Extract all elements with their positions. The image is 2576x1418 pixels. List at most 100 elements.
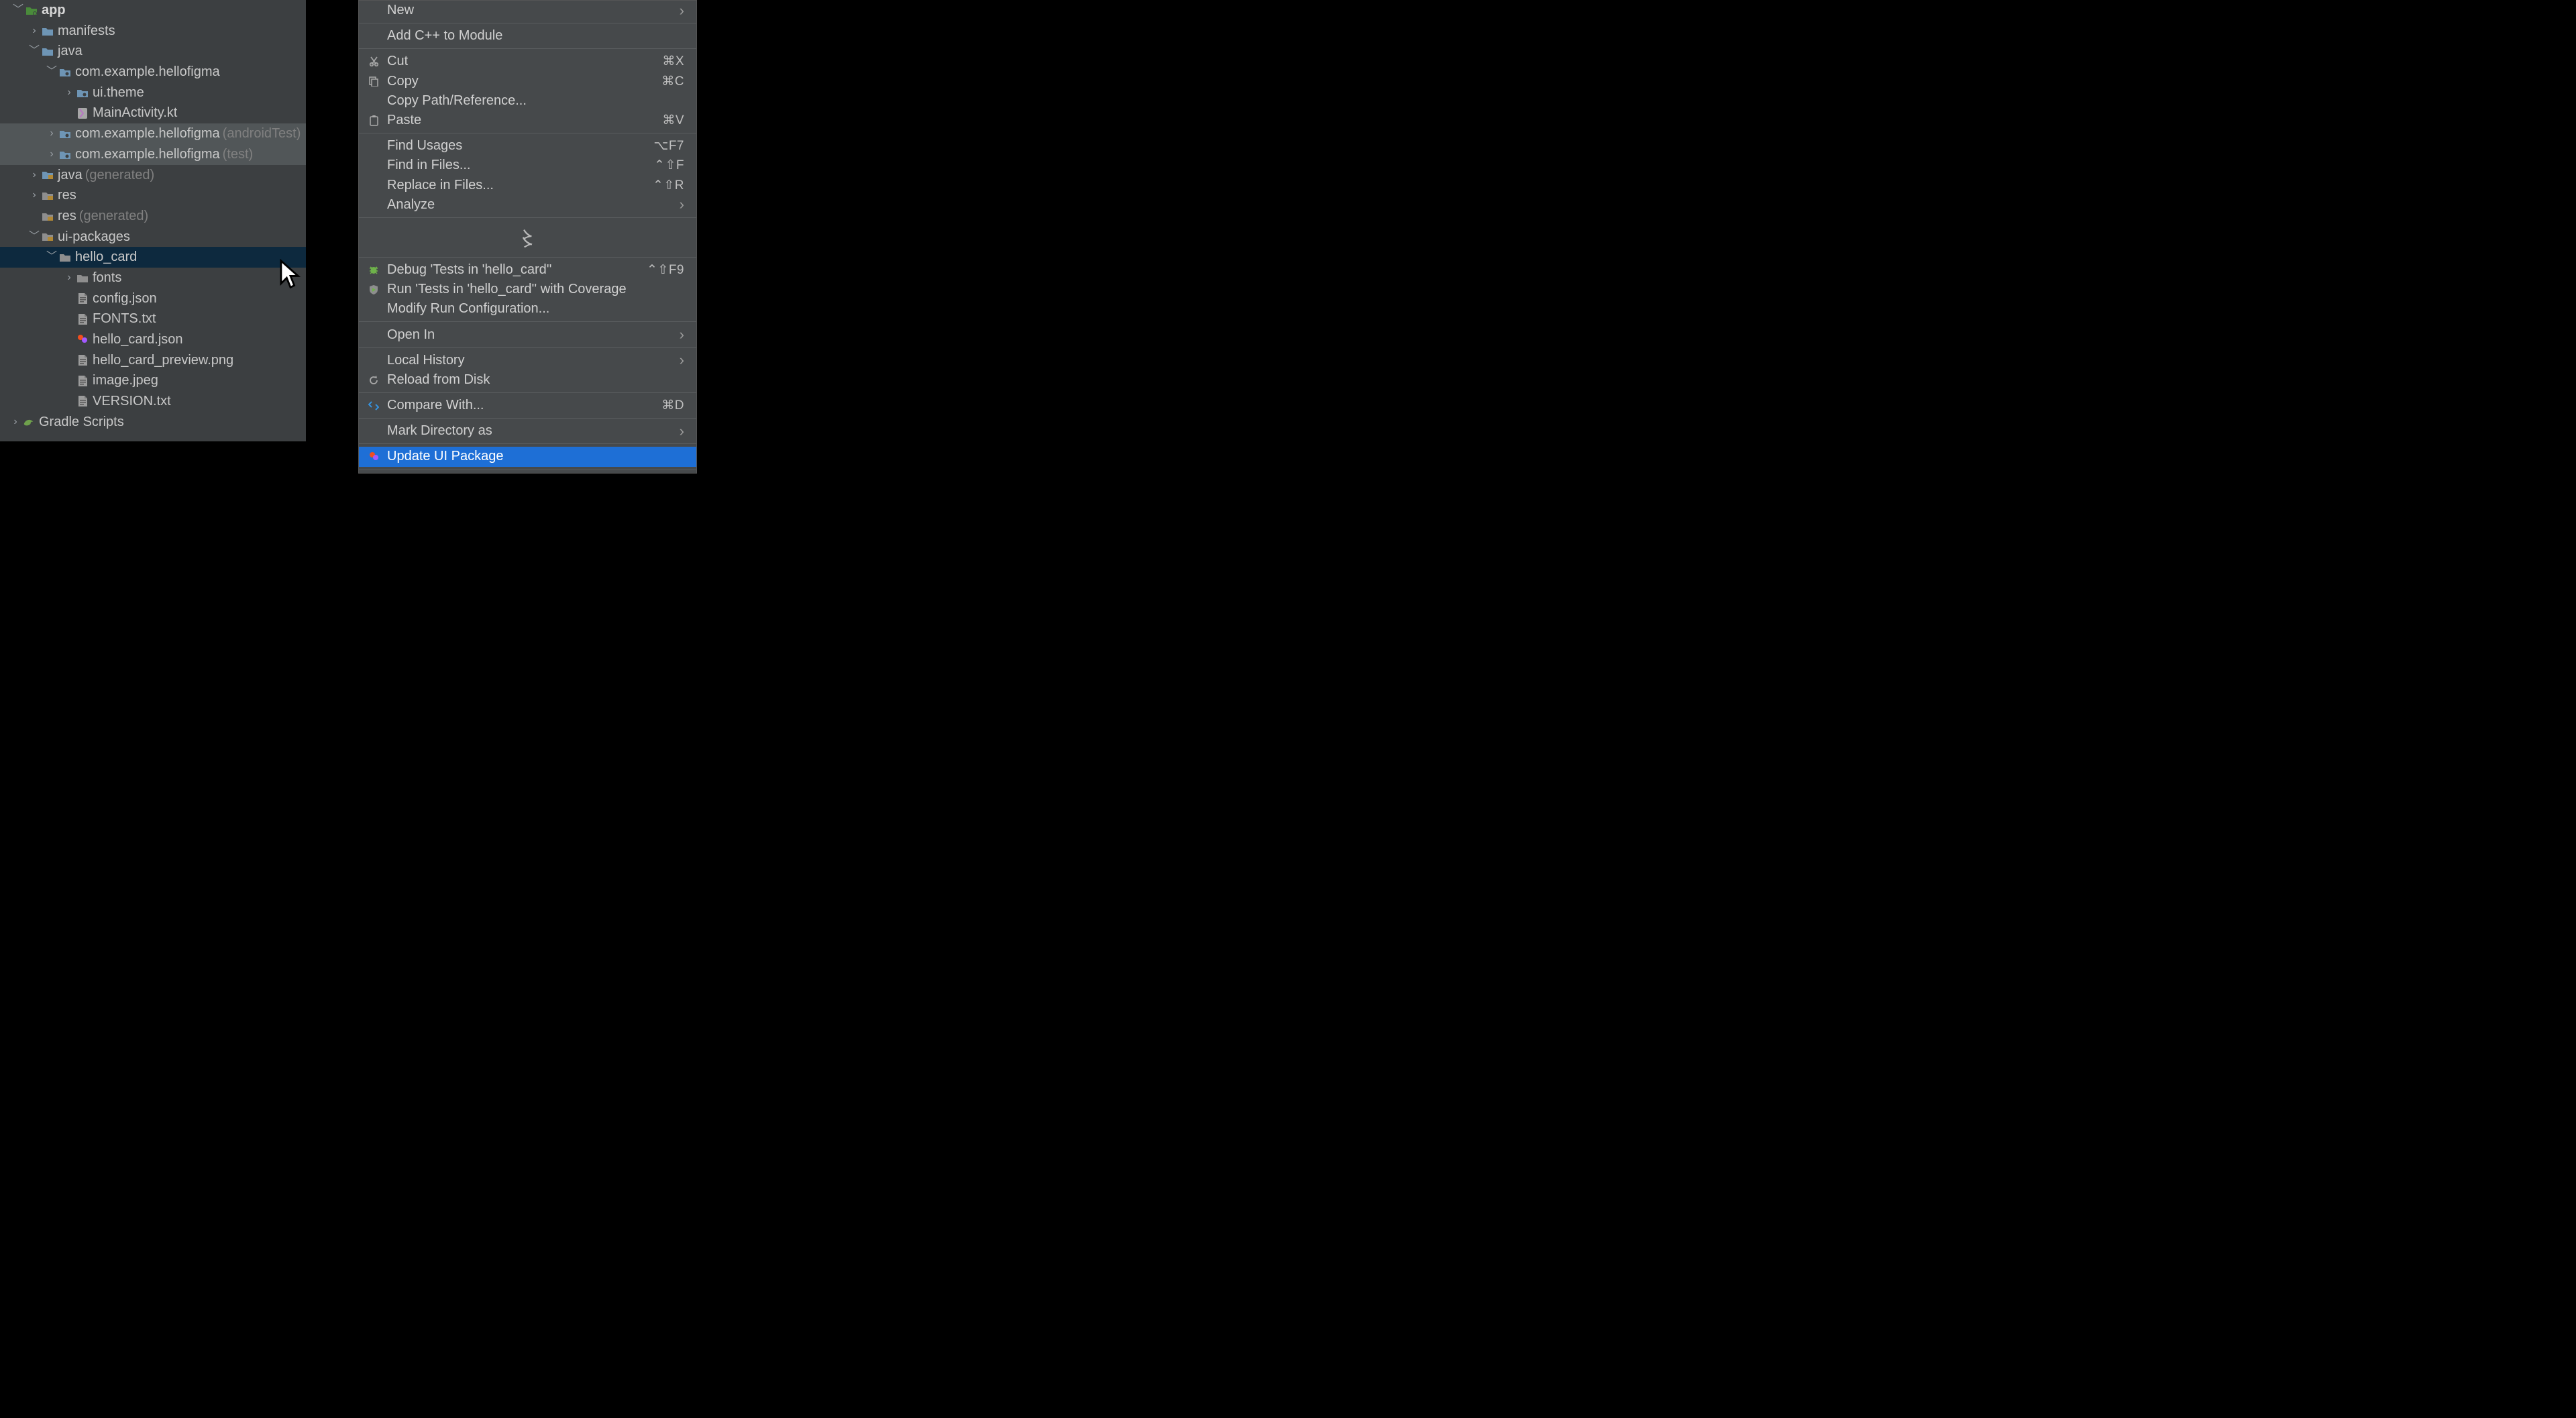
chevron-right-icon: ›: [680, 351, 684, 369]
tree-label: hello_card: [75, 247, 137, 268]
coverage-icon: [367, 283, 380, 296]
chevron-right-icon[interactable]: ›: [8, 412, 23, 433]
file-icon: [76, 395, 89, 407]
tree-label: com.example.hellofigma: [75, 62, 220, 83]
tree-suffix: (androidTest): [223, 123, 301, 144]
tree-row[interactable]: ·image.jpeg: [0, 370, 306, 391]
chevron-down-icon[interactable]: ﹀: [44, 62, 59, 83]
menu-label: Compare With...: [387, 398, 655, 413]
chevron-down-icon[interactable]: ﹀: [44, 247, 59, 268]
chevron-right-icon[interactable]: ›: [62, 83, 76, 103]
menu-item[interactable]: Local History›: [359, 351, 696, 370]
tree-row[interactable]: ﹀ com.example.hellofigma: [0, 62, 306, 83]
chevron-right-icon[interactable]: ›: [27, 21, 42, 42]
menu-label: Paste: [387, 113, 655, 128]
tree-row[interactable]: ·hello_card_preview.png: [0, 350, 306, 371]
tree-row[interactable]: ·MainActivity.kt: [0, 103, 306, 123]
file-icon: [76, 375, 89, 387]
package-icon: [59, 66, 71, 78]
chevron-down-icon[interactable]: ﹀: [27, 227, 42, 248]
tree-label: config.json: [93, 288, 157, 309]
tree-row[interactable]: › fonts: [0, 268, 306, 288]
tree-suffix: (generated): [79, 206, 148, 227]
chevron-right-icon: ›: [680, 326, 684, 343]
menu-label: Replace in Files...: [387, 178, 646, 193]
tree-row[interactable]: ·hello_card.json: [0, 329, 306, 350]
menu-label: Modify Run Configuration...: [387, 301, 684, 317]
menu-item[interactable]: Update UI Package: [359, 447, 696, 466]
tree-label: fonts: [93, 268, 121, 288]
project-tree[interactable]: ﹀app›manifests﹀java﹀com.example.hellofig…: [0, 0, 306, 441]
cut-icon: [367, 55, 380, 68]
tree-row[interactable]: › com.example.hellofigma(test): [0, 144, 306, 165]
menu-separator: [359, 217, 696, 218]
menu-ellipsis: 〻: [359, 221, 696, 254]
menu-item[interactable]: Open In ›: [359, 325, 696, 344]
menu-label: Copy Path/Reference...: [387, 93, 684, 109]
tree-row[interactable]: ﹀app: [0, 0, 306, 21]
chevron-right-icon[interactable]: ›: [62, 268, 76, 288]
tree-row[interactable]: ·VERSION.txt: [0, 391, 306, 412]
tree-suffix: (test): [223, 144, 254, 165]
tree-row[interactable]: ›res: [0, 185, 306, 206]
chevron-right-icon[interactable]: ›: [27, 165, 42, 186]
tree-label: res: [58, 206, 76, 227]
tree-row[interactable]: ﹀java: [0, 41, 306, 62]
tree-row[interactable]: ·config.json: [0, 288, 306, 309]
tree-row[interactable]: ﹀ ui-packages: [0, 227, 306, 248]
menu-item[interactable]: Replace in Files... ⌃⇧R: [359, 176, 696, 195]
res-folder-icon: [42, 210, 54, 222]
menu-separator: [359, 48, 696, 49]
res-folder-icon: [42, 231, 54, 243]
tree-label: ui.theme: [93, 83, 144, 103]
menu-item[interactable]: Mark Directory as›: [359, 421, 696, 441]
tree-label: com.example.hellofigma: [75, 144, 220, 165]
chevron-right-icon: ›: [680, 2, 684, 19]
chevron-right-icon[interactable]: ›: [44, 144, 59, 165]
file-icon: [76, 313, 89, 325]
tree-row[interactable]: › ui.theme: [0, 83, 306, 103]
chevron-down-icon[interactable]: ﹀: [11, 0, 25, 21]
file-icon: [76, 292, 89, 305]
tree-row[interactable]: ›manifests: [0, 21, 306, 42]
menu-item[interactable]: New›: [359, 1, 696, 20]
tree-label: ui-packages: [58, 227, 130, 248]
menu-item[interactable]: Copy Path/Reference...: [359, 91, 696, 111]
package-icon: [76, 87, 89, 99]
menu-item[interactable]: Add C++ to Module: [359, 26, 696, 46]
menu-label: Cut: [387, 54, 655, 69]
menu-label: Open In: [387, 327, 673, 343]
chevron-down-icon[interactable]: ﹀: [27, 41, 42, 62]
menu-item[interactable]: Modify Run Configuration...: [359, 299, 696, 319]
tree-label: image.jpeg: [93, 370, 158, 391]
menu-item[interactable]: Paste⌘V: [359, 111, 696, 130]
menu-item[interactable]: Compare With...⌘D: [359, 396, 696, 415]
chevron-right-icon[interactable]: ›: [27, 185, 42, 206]
menu-item[interactable]: Analyze›: [359, 195, 696, 215]
tree-row[interactable]: ·FONTS.txt: [0, 309, 306, 329]
tree-label: Gradle Scripts: [39, 412, 124, 433]
menu-shortcut: ⌃⇧R: [653, 178, 684, 193]
tree-row[interactable]: › Gradle Scripts: [0, 412, 306, 433]
menu-item[interactable]: Cut⌘X: [359, 52, 696, 71]
menu-shortcut: ⌃⇧F9: [647, 262, 684, 278]
menu-item[interactable]: Copy⌘C: [359, 72, 696, 91]
tree-row[interactable]: ﹀ hello_card: [0, 247, 306, 268]
folder-grey-icon: [76, 272, 89, 284]
tree-label: hello_card.json: [93, 329, 183, 350]
menu-item[interactable]: Find in Files...⌃⇧F: [359, 156, 696, 175]
menu-item[interactable]: Reload from Disk: [359, 370, 696, 390]
tree-row[interactable]: ·res(generated): [0, 206, 306, 227]
menu-label: Find Usages: [387, 138, 647, 154]
tree-row[interactable]: ›java(generated): [0, 165, 306, 186]
menu-item[interactable]: Run 'Tests in 'hello_card'' with Coverag…: [359, 280, 696, 299]
menu-label: Mark Directory as: [387, 423, 673, 439]
update-icon: [367, 450, 380, 463]
menu-item[interactable]: Find Usages⌥F7: [359, 136, 696, 156]
chevron-right-icon[interactable]: ›: [44, 123, 59, 144]
tree-row[interactable]: ›com.example.hellofigma(androidTest): [0, 123, 306, 144]
menu-separator: [359, 321, 696, 322]
menu-item[interactable]: Debug 'Tests in 'hello_card''⌃⇧F9: [359, 260, 696, 280]
menu-label: Analyze: [387, 197, 673, 213]
context-menu[interactable]: New› Add C++ to Module Cut⌘XCopy⌘C Copy Pat…: [358, 0, 697, 474]
